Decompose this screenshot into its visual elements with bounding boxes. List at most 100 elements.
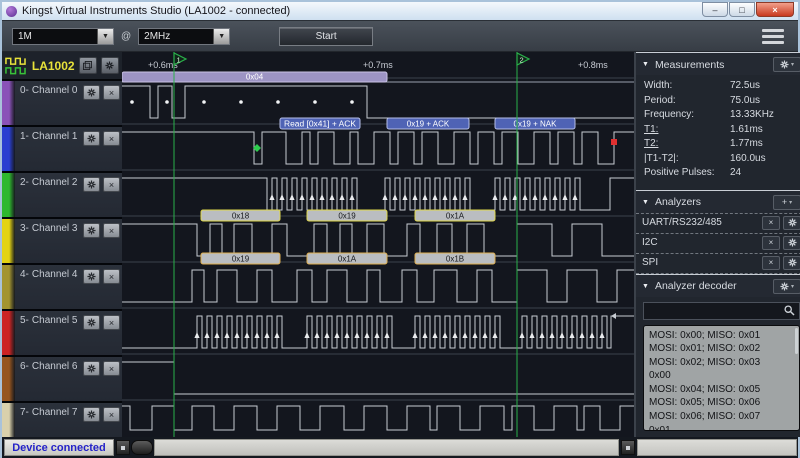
measurement-row: Width: 72.5us (644, 80, 799, 95)
analyzer-settings-button[interactable] (783, 256, 800, 270)
analyzers-header[interactable]: ▼ Analyzers + ▾ (636, 190, 800, 213)
decoder-search-input[interactable] (648, 304, 784, 317)
decoder-search[interactable] (643, 302, 800, 320)
windows-icon (83, 61, 92, 70)
channel-settings-button[interactable] (83, 223, 100, 238)
channel-color-strip (2, 403, 15, 437)
channel-close-button[interactable]: × (103, 269, 120, 284)
clock-arrow-icon (224, 332, 229, 338)
channel-row[interactable]: 3- Channel 3 × (2, 219, 122, 265)
waveform-canvas[interactable]: +0.6ms+0.7ms+0.8ms0x04Read [0x41] + ACK0… (122, 52, 634, 437)
collapse-icon[interactable]: ▼ (642, 61, 649, 68)
clock-arrow-icon (442, 194, 447, 200)
sample-dot (130, 100, 134, 104)
measurements-list: Width: 72.5us Period: 75.0us Frequency: … (636, 75, 800, 190)
right-panel: ▼ Measurements ▾ Width: 72.5us Period: 7… (634, 52, 800, 437)
analyzer-item[interactable]: UART/RS232/485 × (636, 213, 800, 233)
channel-row[interactable]: 7- Channel 7 × (2, 403, 122, 437)
decoder-line: MOSI: 0x05; MISO: 0x06 (649, 396, 794, 410)
channel-row[interactable]: 2- Channel 2 × (2, 173, 122, 219)
channel-settings-button[interactable] (83, 131, 100, 146)
waveform-area[interactable]: +0.6ms+0.7ms+0.8ms0x04Read [0x41] + ACK0… (122, 52, 634, 437)
scrollbar-thumb[interactable] (795, 328, 798, 354)
analyzers-title: Analyzers (655, 196, 701, 208)
channel-close-button[interactable]: × (103, 315, 120, 330)
measurement-value: 1.61ms (730, 124, 763, 139)
scroll-right-button[interactable] (621, 440, 635, 455)
sample-rate-select[interactable]: 2MHz ▼ (138, 28, 230, 45)
channel-settings-button[interactable] (83, 269, 100, 284)
analyzer-item[interactable]: I2C × (636, 233, 800, 253)
scroll-left-button[interactable] (116, 440, 130, 455)
clock-arrow-icon (542, 194, 547, 200)
decoder-line: MOSI: 0x04; MISO: 0x05 (649, 383, 794, 397)
maximize-button[interactable]: □ (729, 2, 755, 17)
analyzer-remove-button[interactable]: × (762, 216, 780, 230)
channel-row[interactable]: 0- Channel 0 × (2, 81, 122, 127)
waveform-trace-ch6 (122, 362, 634, 394)
sample-dot (276, 100, 280, 104)
collapse-icon[interactable]: ▼ (642, 283, 649, 290)
decoder-header[interactable]: ▼ Analyzer decoder ▾ (636, 274, 800, 297)
decoder-settings-button[interactable]: ▾ (773, 279, 800, 294)
channel-name: Channel 0 (32, 85, 80, 96)
channel-row[interactable]: 6- Channel 6 × (2, 357, 122, 403)
start-button[interactable]: Start (279, 27, 373, 46)
analyzer-settings-button[interactable] (783, 236, 800, 250)
channel-row[interactable]: 1- Channel 1 × (2, 127, 122, 173)
channel-row[interactable]: 5- Channel 5 × (2, 311, 122, 357)
scrollbar-track[interactable] (154, 439, 619, 456)
analyzer-remove-button[interactable]: × (762, 256, 780, 270)
channel-close-button[interactable]: × (103, 407, 120, 422)
clock-arrow-icon (562, 194, 567, 200)
channel-settings-button[interactable] (83, 407, 100, 422)
menu-icon[interactable] (762, 29, 788, 44)
channel-settings-button[interactable] (83, 85, 100, 100)
clock-arrow-icon (244, 332, 249, 338)
scrollbar-thumb[interactable] (131, 440, 153, 455)
channel-close-button[interactable]: × (103, 177, 120, 192)
channel-close-button[interactable]: × (103, 85, 120, 100)
collapse-icon[interactable]: ▼ (642, 199, 649, 206)
channel-color-strip (2, 311, 15, 355)
measurements-title: Measurements (655, 59, 724, 71)
search-icon (784, 305, 795, 316)
channel-settings-button[interactable] (83, 361, 100, 376)
measurement-value: 72.5us (730, 80, 760, 95)
channel-close-button[interactable]: × (103, 223, 120, 238)
channel-close-button[interactable]: × (103, 361, 120, 376)
channel-close-button[interactable]: × (103, 131, 120, 146)
display-options-button[interactable] (79, 57, 97, 74)
channel-color-strip (2, 265, 15, 309)
decode-label-text: Read [0x41] + ACK (284, 120, 357, 129)
analyzer-settings-button[interactable] (783, 216, 800, 230)
chevron-down-icon[interactable]: ▼ (97, 29, 113, 44)
channel-settings-button[interactable] (83, 315, 100, 330)
measurement-label: |T1-T2|: (644, 153, 730, 168)
app-window: Kingst Virtual Instruments Studio (LA100… (0, 0, 800, 458)
clock-arrow-icon (452, 194, 457, 200)
analyzer-item[interactable]: SPI × (636, 253, 800, 274)
channel-sidebar: LA1002 0- Channel 0 (2, 52, 122, 437)
chevron-down-icon[interactable]: ▼ (213, 29, 229, 44)
stop-marker-icon (611, 139, 617, 145)
measurement-row: Period: 75.0us (644, 95, 799, 110)
analyzer-remove-button[interactable]: × (762, 236, 780, 250)
cursor-flag-label: 2 (520, 56, 524, 65)
clock-arrow-icon (422, 194, 427, 200)
measurements-header[interactable]: ▼ Measurements ▾ (636, 52, 800, 75)
clock-arrow-icon (254, 332, 259, 338)
device-settings-button[interactable] (101, 57, 119, 74)
analyzer-name: SPI (642, 257, 759, 268)
clock-arrow-icon (462, 332, 467, 338)
channel-row[interactable]: 4- Channel 4 × (2, 265, 122, 311)
measurements-settings-button[interactable]: ▾ (773, 57, 800, 72)
clock-arrow-icon (279, 194, 284, 200)
minimize-button[interactable]: – (702, 2, 728, 17)
status-badge: Device connected (4, 439, 114, 456)
add-analyzer-button[interactable]: + ▾ (773, 195, 800, 210)
decoder-results-list[interactable]: MOSI: 0x00; MISO: 0x01MOSI: 0x01; MISO: … (643, 325, 800, 432)
channel-settings-button[interactable] (83, 177, 100, 192)
sample-count-select[interactable]: 1M ▼ (12, 28, 114, 45)
close-button[interactable]: × (756, 2, 794, 17)
